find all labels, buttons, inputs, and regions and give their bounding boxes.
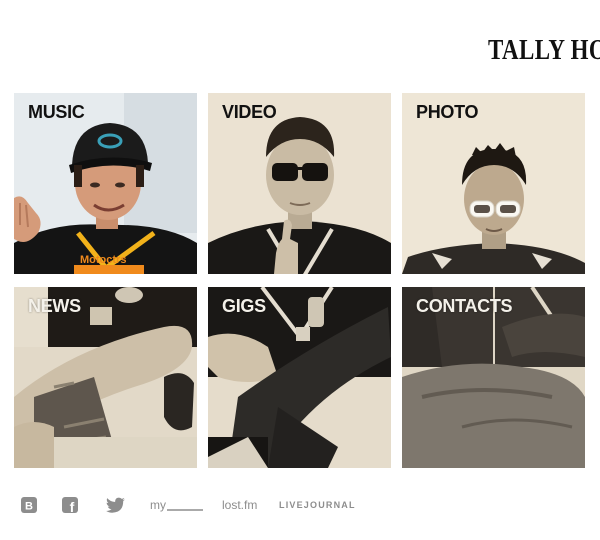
tile-contacts[interactable]: CONTACTS bbox=[402, 287, 585, 468]
facebook-link[interactable]: f bbox=[62, 496, 78, 514]
tile-label-music: MUSIC bbox=[28, 102, 85, 122]
svg-text:B: B bbox=[25, 501, 33, 513]
logo-text: TALLY HO! bbox=[488, 35, 600, 66]
tile-label-photo: PHOTO bbox=[416, 102, 479, 122]
tile-news[interactable]: NEWS bbox=[14, 287, 197, 468]
twitter-icon bbox=[106, 497, 125, 513]
twitter-link[interactable] bbox=[106, 496, 126, 514]
myspace-label: my bbox=[150, 498, 166, 512]
tile-gigs[interactable]: GIGS bbox=[208, 287, 391, 468]
tile-label-contacts: CONTACTS bbox=[416, 296, 513, 316]
tile-music[interactable]: Motoctrs MUSIC bbox=[14, 93, 197, 274]
facebook-icon: f bbox=[62, 497, 78, 513]
svg-text:f: f bbox=[70, 499, 75, 513]
myspace-underline-icon bbox=[167, 509, 203, 511]
tile-label-news: NEWS bbox=[28, 296, 81, 316]
tile-video[interactable]: VIDEO bbox=[208, 93, 391, 274]
myspace-link[interactable]: my bbox=[150, 496, 203, 514]
livejournal-label: LIVEJOURNAL bbox=[279, 500, 356, 510]
lastfm-label: lost.fm bbox=[222, 498, 258, 512]
tile-label-gigs: GIGS bbox=[222, 296, 266, 316]
tshirt-text: Motoctrs bbox=[80, 254, 126, 266]
site-logo[interactable]: TALLY HO! bbox=[488, 33, 600, 69]
vk-icon: B bbox=[21, 497, 37, 513]
vk-link[interactable]: B bbox=[21, 496, 37, 514]
tile-label-video: VIDEO bbox=[222, 102, 277, 122]
tile-photo[interactable]: PHOTO bbox=[402, 93, 585, 274]
lastfm-link[interactable]: lost.fm bbox=[222, 496, 257, 514]
livejournal-link[interactable]: LIVEJOURNAL bbox=[279, 496, 356, 514]
